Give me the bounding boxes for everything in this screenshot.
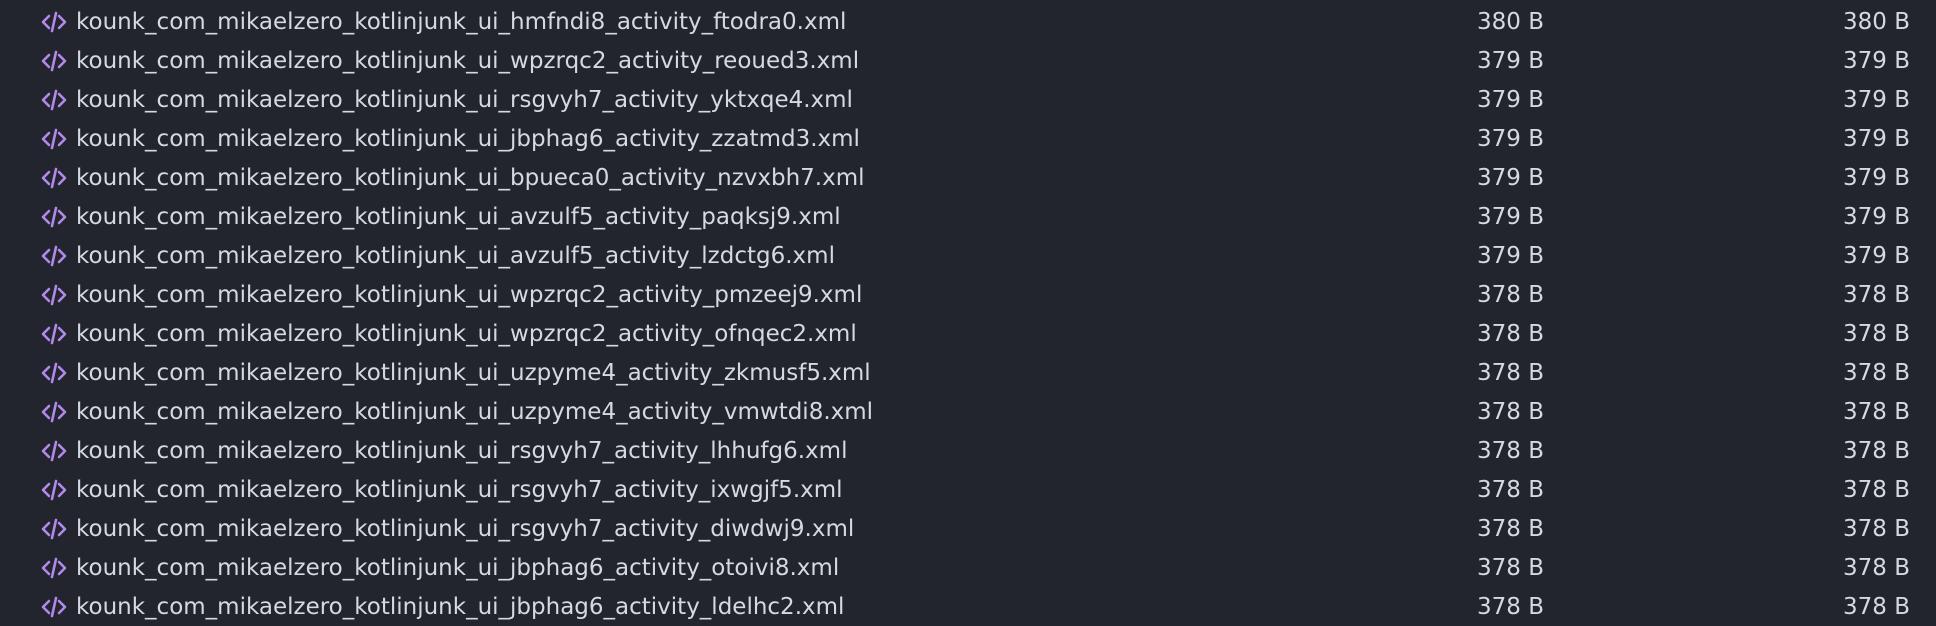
file-size-secondary: 378 B <box>1843 516 1910 542</box>
file-size: 379 B <box>1477 126 1544 152</box>
file-row[interactable]: kounk_com_mikaelzero_kotlinjunk_ui_wpzrq… <box>0 315 1936 354</box>
file-size-secondary: 378 B <box>1843 360 1910 386</box>
file-name: kounk_com_mikaelzero_kotlinjunk_ui_rsgvy… <box>76 87 853 113</box>
code-file-icon <box>40 517 68 541</box>
file-size: 378 B <box>1477 594 1544 620</box>
file-row[interactable]: kounk_com_mikaelzero_kotlinjunk_ui_avzul… <box>0 237 1936 276</box>
file-row[interactable]: kounk_com_mikaelzero_kotlinjunk_ui_hmfnd… <box>0 3 1936 42</box>
file-size-secondary: 378 B <box>1843 282 1910 308</box>
code-file-icon <box>40 10 68 34</box>
file-size: 379 B <box>1477 48 1544 74</box>
code-file-icon <box>40 205 68 229</box>
file-row[interactable]: kounk_com_mikaelzero_kotlinjunk_ui_jbpha… <box>0 120 1936 159</box>
file-size-secondary: 378 B <box>1843 477 1910 503</box>
code-file-icon <box>40 595 68 619</box>
file-size-secondary: 379 B <box>1843 165 1910 191</box>
file-size: 378 B <box>1477 360 1544 386</box>
file-name: kounk_com_mikaelzero_kotlinjunk_ui_hmfnd… <box>76 9 847 35</box>
file-size-secondary: 379 B <box>1843 87 1910 113</box>
file-name: kounk_com_mikaelzero_kotlinjunk_ui_bpuec… <box>76 165 865 191</box>
file-row[interactable]: kounk_com_mikaelzero_kotlinjunk_ui_jbpha… <box>0 549 1936 588</box>
file-size-secondary: 379 B <box>1843 126 1910 152</box>
file-name: kounk_com_mikaelzero_kotlinjunk_ui_rsgvy… <box>76 438 848 464</box>
file-list: kounk_com_mikaelzero_kotlinjunk_ui_hmfnd… <box>0 0 1936 626</box>
file-size: 378 B <box>1477 399 1544 425</box>
file-name: kounk_com_mikaelzero_kotlinjunk_ui_avzul… <box>76 243 835 269</box>
file-name: kounk_com_mikaelzero_kotlinjunk_ui_uzpym… <box>76 399 874 425</box>
file-name: kounk_com_mikaelzero_kotlinjunk_ui_jbpha… <box>76 555 840 581</box>
code-file-icon <box>40 49 68 73</box>
file-size-secondary: 379 B <box>1843 204 1910 230</box>
file-size: 378 B <box>1477 321 1544 347</box>
code-file-icon <box>40 400 68 424</box>
file-size-secondary: 378 B <box>1843 321 1910 347</box>
file-size-secondary: 380 B <box>1843 9 1910 35</box>
code-file-icon <box>40 166 68 190</box>
file-size: 378 B <box>1477 516 1544 542</box>
file-size: 378 B <box>1477 282 1544 308</box>
file-name: kounk_com_mikaelzero_kotlinjunk_ui_jbpha… <box>76 126 860 152</box>
file-row[interactable]: kounk_com_mikaelzero_kotlinjunk_ui_rsgvy… <box>0 510 1936 549</box>
code-file-icon <box>40 322 68 346</box>
file-name: kounk_com_mikaelzero_kotlinjunk_ui_wpzrq… <box>76 282 863 308</box>
file-row[interactable]: kounk_com_mikaelzero_kotlinjunk_ui_rsgvy… <box>0 432 1936 471</box>
code-file-icon <box>40 127 68 151</box>
file-row[interactable]: kounk_com_mikaelzero_kotlinjunk_ui_wpzrq… <box>0 42 1936 81</box>
file-row[interactable]: kounk_com_mikaelzero_kotlinjunk_ui_rsgvy… <box>0 81 1936 120</box>
code-file-icon <box>40 556 68 580</box>
file-name: kounk_com_mikaelzero_kotlinjunk_ui_wpzrq… <box>76 321 857 347</box>
file-size-secondary: 378 B <box>1843 438 1910 464</box>
file-row[interactable]: kounk_com_mikaelzero_kotlinjunk_ui_bpuec… <box>0 159 1936 198</box>
file-size-secondary: 379 B <box>1843 243 1910 269</box>
code-file-icon <box>40 439 68 463</box>
file-size: 379 B <box>1477 243 1544 269</box>
file-name: kounk_com_mikaelzero_kotlinjunk_ui_uzpym… <box>76 360 871 386</box>
file-name: kounk_com_mikaelzero_kotlinjunk_ui_jbpha… <box>76 594 845 620</box>
file-name: kounk_com_mikaelzero_kotlinjunk_ui_wpzrq… <box>76 48 860 74</box>
file-row[interactable]: kounk_com_mikaelzero_kotlinjunk_ui_uzpym… <box>0 393 1936 432</box>
file-row[interactable]: kounk_com_mikaelzero_kotlinjunk_ui_uzpym… <box>0 354 1936 393</box>
file-row[interactable]: kounk_com_mikaelzero_kotlinjunk_ui_wpzrq… <box>0 276 1936 315</box>
file-size: 379 B <box>1477 165 1544 191</box>
file-size: 380 B <box>1477 9 1544 35</box>
file-size-secondary: 378 B <box>1843 399 1910 425</box>
file-size-secondary: 378 B <box>1843 594 1910 620</box>
code-file-icon <box>40 283 68 307</box>
file-name: kounk_com_mikaelzero_kotlinjunk_ui_avzul… <box>76 204 841 230</box>
file-name: kounk_com_mikaelzero_kotlinjunk_ui_rsgvy… <box>76 477 843 503</box>
file-size-secondary: 378 B <box>1843 555 1910 581</box>
file-size: 379 B <box>1477 204 1544 230</box>
file-name: kounk_com_mikaelzero_kotlinjunk_ui_rsgvy… <box>76 516 855 542</box>
file-size: 379 B <box>1477 87 1544 113</box>
file-size: 378 B <box>1477 438 1544 464</box>
file-size: 378 B <box>1477 477 1544 503</box>
file-size: 378 B <box>1477 555 1544 581</box>
file-row[interactable]: kounk_com_mikaelzero_kotlinjunk_ui_avzul… <box>0 198 1936 237</box>
code-file-icon <box>40 478 68 502</box>
code-file-icon <box>40 244 68 268</box>
file-row[interactable]: kounk_com_mikaelzero_kotlinjunk_ui_jbpha… <box>0 588 1936 626</box>
code-file-icon <box>40 88 68 112</box>
code-file-icon <box>40 361 68 385</box>
file-size-secondary: 379 B <box>1843 48 1910 74</box>
file-row[interactable]: kounk_com_mikaelzero_kotlinjunk_ui_rsgvy… <box>0 471 1936 510</box>
